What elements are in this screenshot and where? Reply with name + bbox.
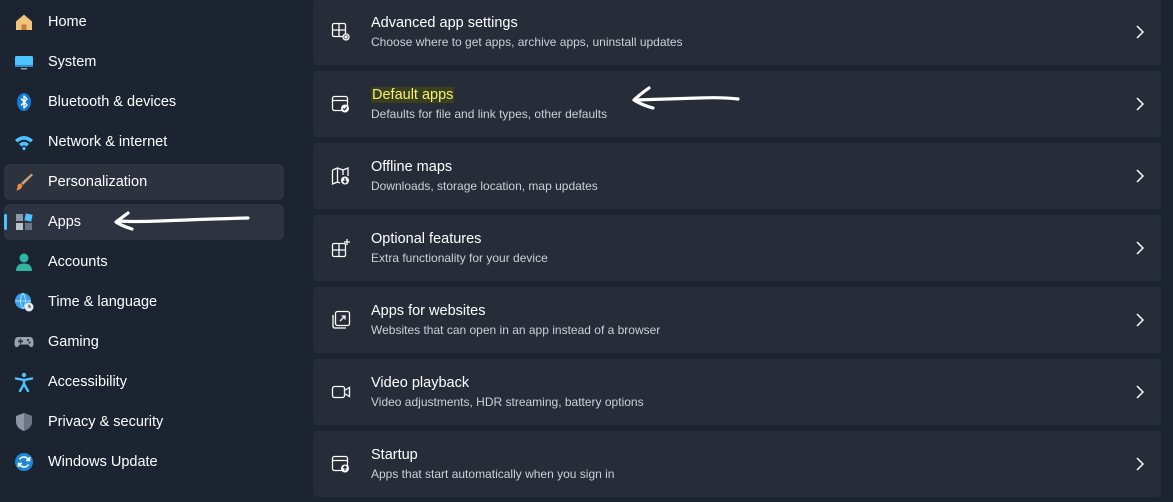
sidebar-item-personalization[interactable]: Personalization [4,164,284,200]
offline-maps-icon [331,166,351,186]
sidebar-item-label: Accessibility [48,374,127,390]
apps-for-websites-icon [331,310,351,330]
update-icon [14,452,34,472]
sidebar-item-home[interactable]: Home [4,4,284,40]
chevron-right-icon [1135,384,1145,400]
sidebar-item-bluetooth[interactable]: Bluetooth & devices [4,84,284,120]
sidebar-item-privacy-security[interactable]: Privacy & security [4,404,284,440]
sidebar: Home System Bluetooth & devices Network … [0,0,300,502]
wifi-icon [14,132,34,152]
settings-list: Advanced app settings Choose where to ge… [313,0,1161,502]
sidebar-item-label: Bluetooth & devices [48,94,177,110]
optional-features-icon [331,238,351,258]
chevron-right-icon [1135,312,1145,328]
sidebar-item-label: Personalization [48,174,148,190]
card-title: Offline maps [371,159,453,175]
sidebar-item-label: Gaming [48,334,99,350]
card-title: Video playback [371,375,470,391]
sidebar-item-accounts[interactable]: Accounts [4,244,284,280]
sidebar-item-apps[interactable]: Apps [4,204,284,240]
default-apps-icon [331,94,351,114]
sidebar-item-time-language[interactable]: Time & language [4,284,284,320]
gamepad-icon [14,332,34,352]
sidebar-item-label: System [48,54,97,70]
accessibility-icon [14,372,34,392]
card-apps-for-websites[interactable]: Apps for websites Websites that can open… [313,287,1161,353]
video-icon [331,382,351,402]
apps-icon [14,212,34,232]
bluetooth-icon [14,92,34,112]
sidebar-item-gaming[interactable]: Gaming [4,324,284,360]
card-title: Default apps [371,87,455,103]
sidebar-item-windows-update[interactable]: Windows Update [4,444,284,480]
card-default-apps[interactable]: Default apps Defaults for file and link … [313,71,1161,137]
card-subtitle: Downloads, storage location, map updates [371,179,598,193]
chevron-right-icon [1135,240,1145,256]
card-subtitle: Choose where to get apps, archive apps, … [371,35,683,49]
sidebar-item-label: Apps [48,214,82,230]
chevron-right-icon [1135,168,1145,184]
card-startup[interactable]: Startup Apps that start automatically wh… [313,431,1161,497]
shield-icon [14,412,34,432]
home-icon [14,12,34,32]
app-settings-icon [331,22,351,42]
card-subtitle: Video adjustments, HDR streaming, batter… [371,395,644,409]
chevron-right-icon [1135,96,1145,112]
card-title: Apps for websites [371,303,486,319]
card-subtitle: Defaults for file and link types, other … [371,107,608,121]
sidebar-item-label: Accounts [48,254,108,270]
card-offline-maps[interactable]: Offline maps Downloads, storage location… [313,143,1161,209]
card-title: Optional features [371,231,482,247]
card-subtitle: Extra functionality for your device [371,251,548,265]
card-video-playback[interactable]: Video playback Video adjustments, HDR st… [313,359,1161,425]
chevron-right-icon [1135,456,1145,472]
system-icon [14,52,34,72]
card-advanced-app-settings[interactable]: Advanced app settings Choose where to ge… [313,0,1161,65]
globe-clock-icon [14,292,34,312]
account-icon [14,252,34,272]
sidebar-item-label: Time & language [48,294,158,310]
card-title: Startup [371,447,418,463]
brush-icon [14,172,34,192]
card-subtitle: Apps that start automatically when you s… [371,467,615,481]
sidebar-item-label: Network & internet [48,134,168,150]
sidebar-item-label: Home [48,14,87,30]
startup-icon [331,454,351,474]
sidebar-item-label: Privacy & security [48,414,164,430]
chevron-right-icon [1135,24,1145,40]
sidebar-item-network[interactable]: Network & internet [4,124,284,160]
sidebar-item-accessibility[interactable]: Accessibility [4,364,284,400]
card-title: Advanced app settings [371,15,518,31]
selection-indicator [4,214,7,230]
card-subtitle: Websites that can open in an app instead… [371,323,661,337]
card-optional-features[interactable]: Optional features Extra functionality fo… [313,215,1161,281]
sidebar-item-label: Windows Update [48,454,158,470]
sidebar-item-system[interactable]: System [4,44,284,80]
